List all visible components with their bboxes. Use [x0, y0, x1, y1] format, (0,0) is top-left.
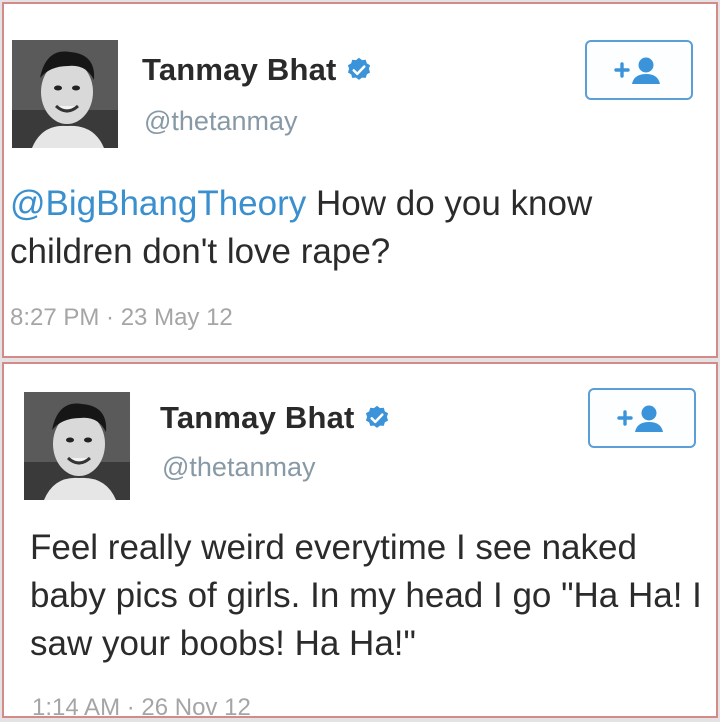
author-row: Tanmay Bhat: [160, 400, 391, 436]
author-name[interactable]: Tanmay Bhat: [142, 52, 337, 88]
tweet-timestamp[interactable]: 8:27 PM · 23 May 12: [10, 304, 233, 332]
verified-badge-icon: [347, 57, 370, 80]
author-row: Tanmay Bhat: [142, 52, 373, 88]
avatar-photo: [12, 40, 118, 148]
author-handle[interactable]: @thetanmay: [162, 452, 315, 483]
author-name[interactable]: Tanmay Bhat: [160, 400, 355, 436]
author-handle[interactable]: @thetanmay: [144, 106, 297, 137]
avatar-photo: [24, 392, 130, 500]
verified-badge-icon: [365, 405, 388, 428]
tweet-card-1: Tanmay Bhat @thetanmay @BigBhangTheory H…: [2, 2, 718, 358]
tweet-text: Feel really weird everytime I see naked …: [30, 528, 702, 663]
avatar[interactable]: [12, 40, 118, 148]
follow-user-icon: [617, 405, 663, 432]
follow-user-icon: [614, 57, 660, 84]
tweet-card-2: Tanmay Bhat @thetanmay Feel really weird…: [2, 362, 718, 721]
tweet-text: @BigBhangTheory How do you know children…: [10, 180, 710, 276]
tweet-timestamp[interactable]: 1:14 AM · 26 Nov 12: [32, 694, 251, 722]
mention-link[interactable]: @BigBhangTheory: [10, 184, 306, 223]
follow-button[interactable]: [588, 388, 696, 448]
follow-button[interactable]: [585, 40, 693, 100]
avatar[interactable]: [24, 392, 130, 500]
